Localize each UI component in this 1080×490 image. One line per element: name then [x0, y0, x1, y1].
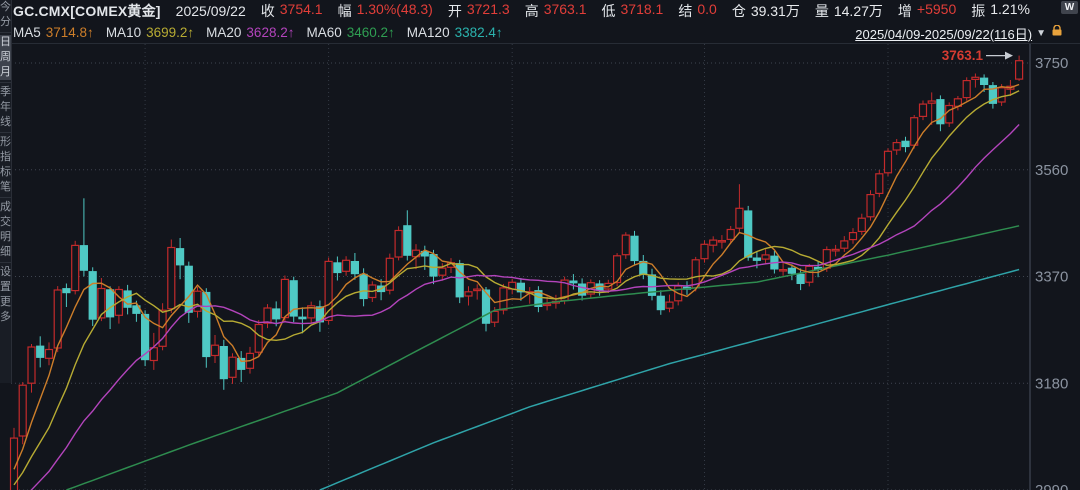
- svg-text:3763.1: 3763.1: [942, 48, 984, 63]
- stat-label: 收: [261, 1, 275, 21]
- stat-label: 增: [898, 1, 912, 21]
- quote-date: 2025/09/22: [176, 3, 246, 19]
- stat-value: 3718.1: [621, 1, 664, 21]
- stat-value: 3763.1: [544, 1, 587, 21]
- sidebar-item[interactable]: 形: [0, 135, 11, 150]
- ma-value: 3714.8↑: [46, 25, 94, 40]
- stat-value: 1.21%: [990, 1, 1030, 21]
- sidebar-item[interactable]: 季: [0, 85, 11, 100]
- candlestick-chart[interactable]: 3750 3560 3370 3180 2990 3763.1: [0, 0, 1080, 490]
- stat-增: 增+5950: [898, 1, 956, 21]
- symbol-title[interactable]: GC.CMX[COMEX黄金]: [13, 1, 161, 21]
- stat-label: 高: [525, 1, 539, 21]
- stat-低: 低3718.1: [602, 1, 664, 21]
- sidebar-item[interactable]: 设: [0, 265, 11, 280]
- stat-value: 3754.1: [280, 1, 323, 21]
- left-toolbar: 今分日周月季年线形指标笔成交明细设置更多: [0, 0, 12, 383]
- stat-value: 3721.3: [467, 1, 510, 21]
- ma-item-MA60[interactable]: MA60 3460.2↑: [306, 25, 394, 40]
- trading-app-window: 3750 3560 3370 3180 2990 3763.1 GC.CMX[COMEX黄…: [0, 0, 1080, 490]
- svg-text:3180: 3180: [1035, 375, 1068, 392]
- ma-value: 3460.2↑: [347, 25, 395, 40]
- sidebar-item[interactable]: 今: [0, 0, 11, 15]
- ma-value: 3628.2↑: [246, 25, 294, 40]
- watermark-w: W: [1061, 1, 1078, 14]
- sidebar-item[interactable]: 周: [0, 50, 11, 65]
- quote-header: GC.CMX[COMEX黄金] 2025/09/22 收3754.1 幅1.30%…: [13, 0, 1045, 22]
- sidebar-item[interactable]: 置: [0, 280, 11, 295]
- sidebar-separator: [0, 32, 11, 33]
- ma-label: MA20: [206, 25, 241, 40]
- sidebar-item[interactable]: 年: [0, 100, 11, 115]
- sidebar-item[interactable]: 月: [0, 65, 11, 80]
- svg-text:3560: 3560: [1035, 162, 1068, 179]
- svg-text:3750: 3750: [1035, 55, 1068, 72]
- stat-高: 高3763.1: [525, 1, 587, 21]
- stat-收: 收3754.1: [261, 1, 323, 21]
- stat-label: 低: [602, 1, 616, 21]
- sidebar-item[interactable]: 分: [0, 15, 11, 30]
- sidebar-item[interactable]: 更: [0, 295, 11, 310]
- ma-label: MA10: [106, 25, 141, 40]
- ma-label: MA120: [407, 25, 450, 40]
- stat-仓: 仓39.31万: [732, 1, 800, 21]
- stat-value: +5950: [917, 1, 956, 21]
- quote-stats: 收3754.1 幅1.30%(48.3) 开3721.3 高3763.1 低3718.1…: [261, 1, 1045, 21]
- stat-value: 1.30%(48.3): [357, 1, 433, 21]
- sidebar-item[interactable]: 线: [0, 115, 11, 130]
- stat-结: 结 0.0: [678, 1, 716, 21]
- sidebar-separator: [0, 132, 11, 133]
- ma-item-MA5[interactable]: MA5 3714.8↑: [13, 25, 94, 40]
- ma-item-MA120[interactable]: MA120 3382.4↑: [407, 25, 503, 40]
- ma-value: 3382.4↑: [455, 25, 503, 40]
- lock-icon[interactable]: [1051, 23, 1063, 34]
- ma-item-MA20[interactable]: MA20 3628.2↑: [206, 25, 294, 40]
- date-range-label[interactable]: 2025/04/09-2025/09/22(116日): [855, 24, 1032, 43]
- ma-label: MA60: [306, 25, 341, 40]
- ma-item-MA10[interactable]: MA10 3699.2↑: [106, 25, 194, 40]
- ma-label: MA5: [13, 25, 41, 40]
- svg-text:3370: 3370: [1035, 269, 1068, 286]
- sidebar-item[interactable]: 日: [0, 35, 11, 50]
- ma-indicator-bar: MA5 3714.8↑ MA10 3699.2↑ MA20 3628.2↑ MA60 3460…: [13, 22, 515, 43]
- sidebar-item[interactable]: 指: [0, 150, 11, 165]
- stat-value: 0.0: [697, 1, 716, 21]
- stat-label: 结: [678, 1, 692, 21]
- sidebar-separator: [0, 197, 11, 198]
- stat-量: 量14.27万: [815, 1, 883, 21]
- chevron-down-icon[interactable]: ▼: [1036, 29, 1046, 39]
- sidebar-item[interactable]: 多: [0, 310, 11, 325]
- stat-value: 39.31万: [751, 1, 800, 21]
- sidebar-separator: [0, 262, 11, 263]
- ma-value: 3699.2↑: [146, 25, 194, 40]
- stat-label: 量: [815, 1, 829, 21]
- sidebar-item[interactable]: 成: [0, 200, 11, 215]
- sidebar-separator: [0, 82, 11, 83]
- ma-values: MA5 3714.8↑ MA10 3699.2↑ MA20 3628.2↑ MA60 3460…: [13, 25, 515, 40]
- stat-幅: 幅1.30%(48.3): [338, 1, 433, 21]
- sidebar-item[interactable]: 笔: [0, 180, 11, 195]
- date-range-control[interactable]: 2025/04/09-2025/09/22(116日) ▼: [855, 24, 1046, 43]
- stat-label: 幅: [338, 1, 352, 21]
- stat-振: 振1.21%: [971, 1, 1030, 21]
- stat-开: 开3721.3: [448, 1, 510, 21]
- sidebar-item[interactable]: 明: [0, 230, 11, 245]
- stat-label: 仓: [732, 1, 746, 21]
- sidebar-item[interactable]: 标: [0, 165, 11, 180]
- svg-text:2990: 2990: [1035, 482, 1068, 490]
- stat-label: 振: [971, 1, 985, 21]
- sidebar-item[interactable]: 交: [0, 215, 11, 230]
- sidebar-item[interactable]: 细: [0, 245, 11, 260]
- header-separator: [0, 43, 1080, 44]
- stat-label: 开: [448, 1, 462, 21]
- stat-value: 14.27万: [834, 1, 883, 21]
